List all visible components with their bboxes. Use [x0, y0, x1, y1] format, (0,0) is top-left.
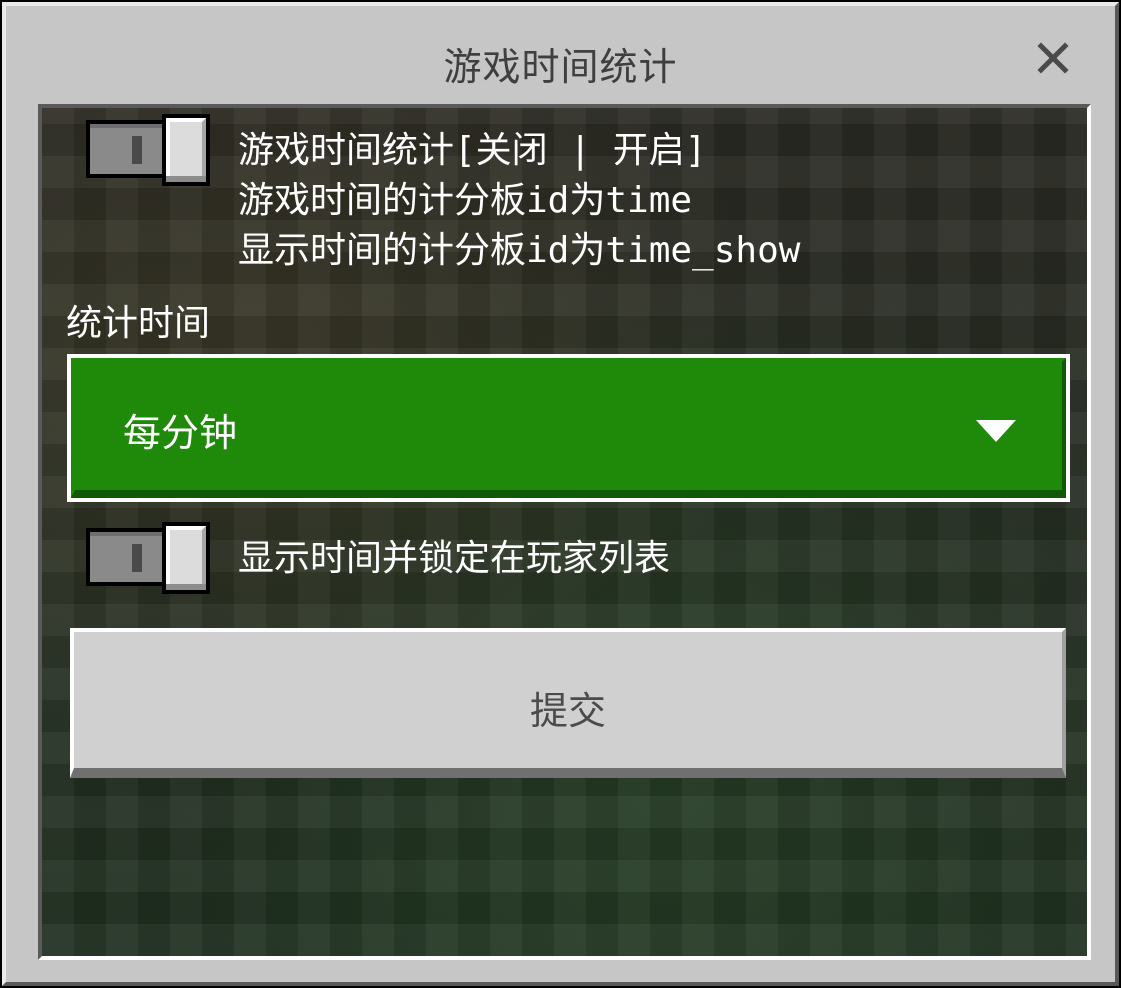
toggle-game-time-label-line3: 显示时间的计分板id为time_show	[238, 230, 801, 271]
form-content: 游戏时间统计[关闭 | 开启] 游戏时间的计分板id为time 显示时间的计分板…	[38, 104, 1091, 960]
submit-button-label: 提交	[529, 689, 606, 733]
toggle-game-time-label-line2: 游戏时间的计分板id为time	[238, 180, 693, 221]
close-button[interactable]	[1035, 40, 1071, 76]
toggle-game-time-switch[interactable]	[86, 114, 210, 186]
dialog-title: 游戏时间统计	[443, 45, 678, 89]
toggle-game-time-label-line1: 游戏时间统计[关闭 | 开启]	[238, 130, 707, 171]
toggle-show-list-switch[interactable]	[86, 522, 210, 594]
chevron-down-icon	[976, 420, 1016, 448]
toggle-show-list-label: 显示时间并锁定在玩家列表	[238, 538, 671, 579]
interval-dropdown[interactable]: 每分钟	[67, 354, 1070, 502]
submit-button[interactable]: 提交	[70, 628, 1066, 778]
dialog-window: 游戏时间统计 游戏时间统计[关闭 | 开启] 游戏时间的计分板id为time 显…	[0, 0, 1121, 988]
close-icon	[1035, 40, 1071, 76]
interval-selected-value: 每分钟	[123, 411, 238, 455]
interval-label: 统计时间	[66, 303, 211, 344]
